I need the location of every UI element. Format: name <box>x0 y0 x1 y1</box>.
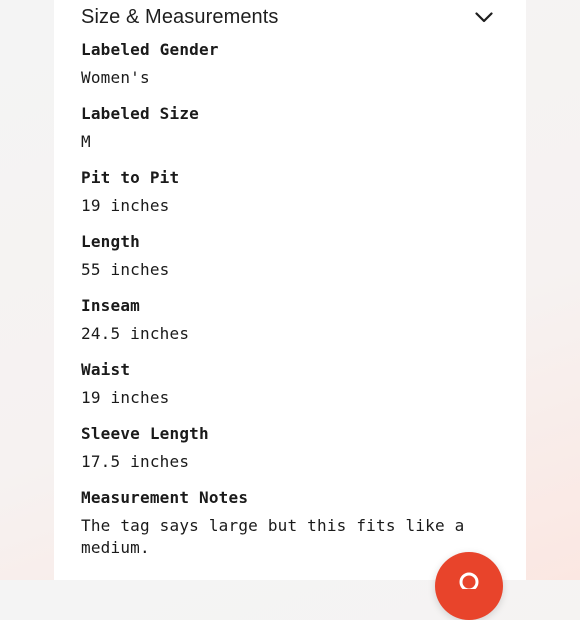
chevron-down-icon[interactable] <box>473 6 495 28</box>
field-labeled-gender: Labeled Gender Women's <box>81 40 504 89</box>
field-label: Labeled Gender <box>81 40 219 59</box>
field-value: Women's <box>81 68 150 87</box>
field-value: 19 inches <box>81 196 170 215</box>
field-value: 55 inches <box>81 260 170 279</box>
field-sleeve-length: Sleeve Length 17.5 inches <box>81 424 504 473</box>
section-title: Size & Measurements <box>81 5 279 28</box>
field-inseam: Inseam 24.5 inches <box>81 296 504 345</box>
field-label: Inseam <box>81 296 140 315</box>
field-pit-to-pit: Pit to Pit 19 inches <box>81 168 504 217</box>
field-value: The tag says large but this fits like a … <box>81 516 465 557</box>
field-measurement-notes: Measurement Notes The tag says large but… <box>81 488 504 559</box>
chat-button[interactable] <box>435 552 503 620</box>
field-value: 17.5 inches <box>81 452 190 471</box>
size-measurements-panel: Size & Measurements Labeled Gender Women… <box>54 0 526 580</box>
chat-icon <box>459 572 479 589</box>
field-label: Length <box>81 232 140 251</box>
field-label: Measurement Notes <box>81 488 249 507</box>
field-length: Length 55 inches <box>81 232 504 281</box>
field-waist: Waist 19 inches <box>81 360 504 409</box>
field-value: 24.5 inches <box>81 324 190 343</box>
field-value: M <box>81 132 91 151</box>
field-label: Pit to Pit <box>81 168 180 187</box>
field-value: 19 inches <box>81 388 170 407</box>
field-labeled-size: Labeled Size M <box>81 104 504 153</box>
section-header[interactable]: Size & Measurements <box>81 0 504 36</box>
field-label: Sleeve Length <box>81 424 209 443</box>
field-label: Labeled Size <box>81 104 199 123</box>
field-label: Waist <box>81 360 131 379</box>
